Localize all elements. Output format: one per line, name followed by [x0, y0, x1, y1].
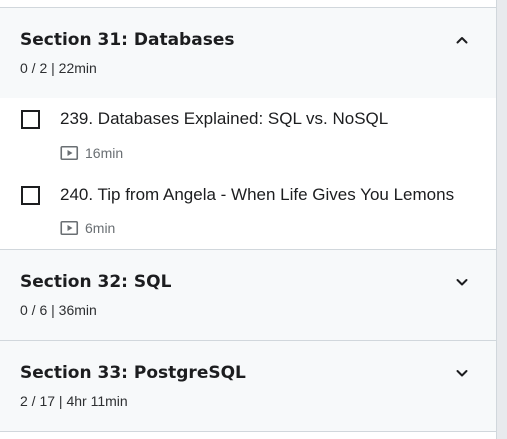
- lecture-duration: 16min: [85, 145, 124, 161]
- vertical-scrollbar[interactable]: [496, 0, 507, 439]
- section-progress-meta: 2 / 17 | 4hr 11min: [20, 393, 128, 409]
- chevron-down-icon[interactable]: [452, 272, 472, 292]
- lecture-complete-checkbox[interactable]: [21, 110, 40, 129]
- section-header-32[interactable]: Section 32: SQL 0 / 6 | 36min: [0, 250, 496, 340]
- course-content-panel: Section 31: Databases 0 / 2 | 22min 239.…: [0, 0, 496, 439]
- lecture-item[interactable]: 240. Tip from Angela - When Life Gives Y…: [0, 173, 496, 249]
- section-title: Section 31: Databases: [20, 30, 235, 50]
- section-header-33[interactable]: Section 33: PostgreSQL 2 / 17 | 4hr 11mi…: [0, 341, 496, 431]
- lecture-title: 239. Databases Explained: SQL vs. NoSQL: [60, 109, 389, 128]
- section-header-31[interactable]: Section 31: Databases 0 / 2 | 22min: [0, 8, 496, 98]
- lecture-item[interactable]: 239. Databases Explained: SQL vs. NoSQL …: [0, 98, 496, 173]
- chevron-up-icon[interactable]: [452, 30, 472, 50]
- section-title: Section 32: SQL: [20, 272, 172, 292]
- section-progress-meta: 0 / 2 | 22min: [20, 60, 97, 76]
- lecture-title: 240. Tip from Angela - When Life Gives Y…: [60, 185, 455, 204]
- chevron-down-icon[interactable]: [452, 363, 472, 383]
- video-icon: [60, 220, 80, 236]
- section-progress-meta: 0 / 6 | 36min: [20, 302, 97, 318]
- video-icon: [60, 145, 80, 161]
- lecture-complete-checkbox[interactable]: [21, 186, 40, 205]
- lecture-duration: 6min: [85, 220, 116, 236]
- section-divider: [0, 431, 496, 432]
- course-content-page: Section 31: Databases 0 / 2 | 22min 239.…: [0, 0, 507, 439]
- section-title: Section 33: PostgreSQL: [20, 363, 246, 383]
